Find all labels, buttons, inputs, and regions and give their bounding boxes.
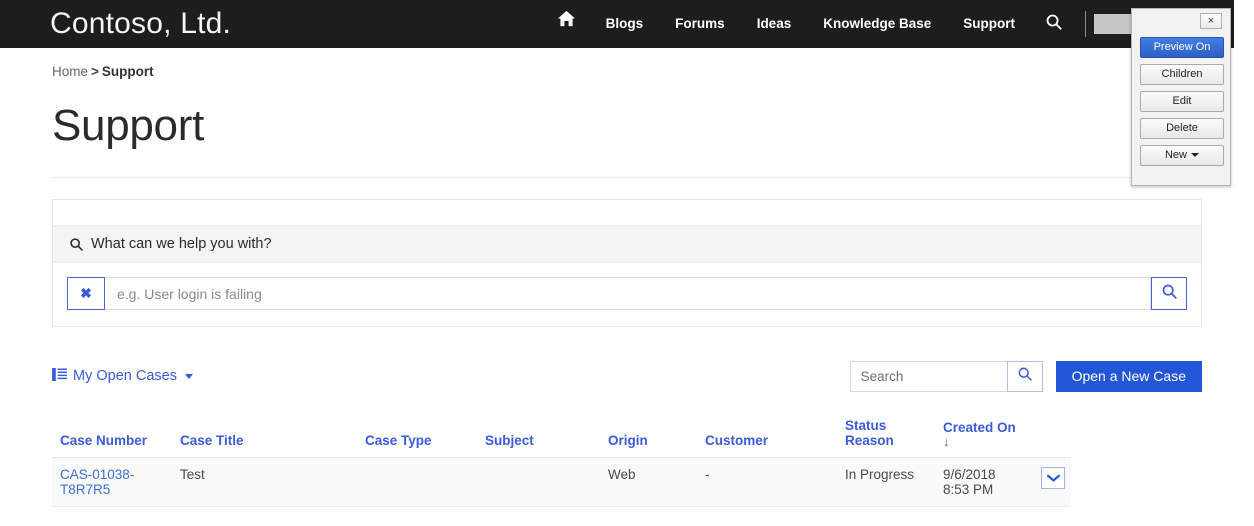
close-icon[interactable]: × [1200,13,1222,29]
help-search-heading: What can we help you with? [53,226,1201,263]
cell-case-type [357,457,477,507]
column-case-type[interactable]: Case Type [357,412,477,458]
caret-down-icon [184,373,193,379]
search-icon [1017,366,1033,387]
help-search-panel-top [53,200,1201,226]
case-number-link[interactable]: CAS-01038-T8R7R5 [60,467,134,497]
delete-label: Delete [1166,122,1198,134]
toolbar-right-group: Open a New Case [849,360,1202,392]
row-actions-button[interactable] [1041,467,1065,489]
search-icon [69,237,84,252]
list-icon [52,367,67,385]
title-divider [52,177,1202,178]
view-selector[interactable]: My Open Cases [52,367,193,385]
nav-divider [1085,11,1086,37]
main-navigation: Blogs Forums Ideas Knowledge Base Suppor… [543,0,1218,48]
close-icon: ✖ [80,285,92,301]
column-created-on[interactable]: Created On ↓ [935,412,1033,458]
column-origin[interactable]: Origin [600,412,697,458]
column-case-number[interactable]: Case Number [52,412,172,458]
table-row[interactable]: CAS-01038-T8R7R5 Test Web - In Progress … [52,457,1071,507]
edit-toolbar-header: × [1140,13,1222,31]
sort-descending-icon: ↓ [943,434,950,449]
edit-button[interactable]: Edit [1140,91,1224,112]
column-case-title[interactable]: Case Title [172,412,357,458]
grid-search-button[interactable] [1006,360,1043,392]
nav-search-button[interactable] [1031,13,1077,36]
help-search-panel: What can we help you with? ✖ [52,199,1202,327]
column-status-reason-label: Status Reason [845,418,894,448]
new-label: New [1164,149,1187,161]
column-customer[interactable]: Customer [697,412,837,458]
cell-row-action [1033,457,1071,507]
nav-item-knowledge-base[interactable]: Knowledge Base [807,0,947,48]
cases-table: Case Number Case Title Case Type Subject… [52,412,1071,507]
preview-on-button[interactable]: Preview On [1140,37,1224,58]
help-search-submit-button[interactable] [1151,277,1187,310]
column-subject[interactable]: Subject [477,412,600,458]
help-search-input[interactable] [105,277,1151,310]
nav-item-blogs[interactable]: Blogs [590,0,660,48]
cell-subject [477,457,600,507]
cases-grid: Case Number Case Title Case Type Subject… [52,412,1202,507]
page-title: Support [52,101,205,150]
cell-customer: - [697,457,837,507]
open-new-case-button[interactable]: Open a New Case [1055,360,1202,392]
new-button[interactable]: New [1140,145,1224,166]
column-status-reason[interactable]: Status Reason [837,412,935,458]
nav-home-link[interactable] [543,0,590,48]
site-brand[interactable]: Contoso, Ltd. [50,7,231,41]
nav-item-ideas[interactable]: Ideas [741,0,808,48]
children-label: Children [1161,68,1203,80]
clear-search-button[interactable]: ✖ [67,277,105,310]
search-icon [1161,283,1178,305]
cell-status-reason: In Progress [837,457,935,507]
top-navbar: Contoso, Ltd. Blogs Forums Ideas Knowled… [0,0,1234,48]
breadcrumb-current: Support [101,64,154,79]
page-content: Home > Support Support What can we help yo… [0,48,1254,507]
cell-created-on: 9/6/2018 8:53 PM [935,457,1033,507]
page-root: Contoso, Ltd. Blogs Forums Ideas Knowled… [0,0,1254,526]
view-selector-label: My Open Cases [73,368,177,384]
cell-origin: Web [600,457,697,507]
search-icon [1045,13,1063,36]
breadcrumb-home[interactable]: Home [52,64,88,79]
column-created-on-label: Created On [943,420,1016,435]
nav-item-forums[interactable]: Forums [659,0,741,48]
help-search-row: ✖ [53,263,1201,326]
table-header-row: Case Number Case Title Case Type Subject… [52,412,1071,458]
chevron-down-icon [1046,471,1060,486]
column-row-actions [1033,412,1071,458]
nav-item-support[interactable]: Support [947,0,1031,48]
breadcrumb: Home > Support [52,64,1254,79]
caret-down-icon [1191,153,1199,158]
edit-label: Edit [1172,95,1192,107]
page-edit-toolbar: × Preview On Children Edit Delete New [1131,8,1231,186]
breadcrumb-separator: > [91,64,99,79]
delete-button[interactable]: Delete [1140,118,1224,139]
cell-case-title: Test [172,457,357,507]
preview-on-label: Preview On [1153,41,1211,53]
case-list-toolbar: My Open Cases Open a New Case [52,360,1202,392]
help-search-heading-label: What can we help you with? [91,236,272,252]
grid-search-input[interactable] [849,360,1007,392]
cell-case-number: CAS-01038-T8R7R5 [52,457,172,507]
children-button[interactable]: Children [1140,64,1224,85]
home-icon [557,0,576,48]
